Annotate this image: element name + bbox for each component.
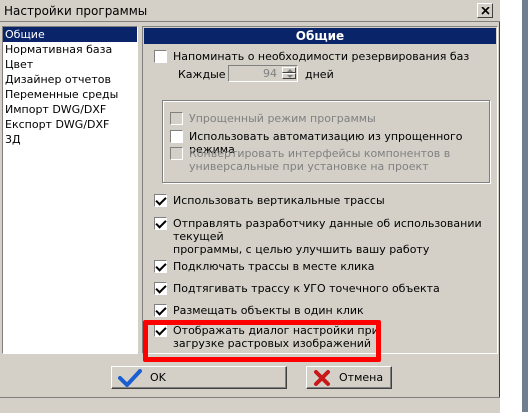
show-raster-dialog-label: Отображать диалог настройки при загрузке…: [173, 324, 379, 350]
status-bar: [0, 397, 500, 413]
send-usage-option[interactable]: Отправлять разработчику данные об исполь…: [154, 217, 499, 256]
sidebar-item-report-designer[interactable]: Дизайнер отчетов: [3, 72, 137, 87]
convert-interfaces-checkbox[interactable]: [170, 147, 183, 160]
send-usage-checkbox[interactable]: [154, 217, 167, 230]
days-label: дней: [305, 68, 334, 81]
remind-backup-label: Напоминать о необходимости резервировани…: [173, 50, 470, 63]
cancel-button[interactable]: Отмена: [306, 366, 392, 389]
show-raster-dialog-option[interactable]: Отображать диалог настройки при загрузке…: [154, 324, 379, 350]
vertical-routes-label: Использовать вертикальные трассы: [173, 194, 385, 207]
sidebar-item-general[interactable]: Общие: [3, 27, 137, 42]
sidebar-item-3d[interactable]: 3Д: [3, 132, 137, 147]
sidebar-item-color[interactable]: Цвет: [3, 57, 137, 72]
pull-route-option[interactable]: Подтягивать трассу к УГО точечного объек…: [154, 282, 440, 295]
close-icon: [480, 6, 490, 15]
place-objects-option[interactable]: Размещать объекты в один клик: [154, 304, 364, 317]
sidebar-item-environment-variables[interactable]: Переменные среды: [3, 87, 137, 102]
backup-interval-spinner[interactable]: 94: [228, 65, 298, 82]
background-area: [500, 0, 528, 412]
pull-route-label: Подтягивать трассу к УГО точечного объек…: [173, 282, 440, 295]
convert-interfaces-label: Конвертировать интерфейсы компонентов в …: [189, 147, 451, 173]
vertical-routes-checkbox[interactable]: [154, 194, 167, 207]
simple-mode-option[interactable]: Упрощенный режим программы: [170, 112, 376, 125]
place-objects-checkbox[interactable]: [154, 304, 167, 317]
sidebar-item-export-dwg[interactable]: Експорт DWG/DXF: [3, 117, 137, 132]
section-header: Общие: [144, 28, 496, 44]
close-button[interactable]: [477, 3, 493, 18]
remind-backup-option[interactable]: Напоминать о необходимости резервировани…: [154, 50, 469, 63]
connect-routes-option[interactable]: Подключать трассы в месте клика: [154, 260, 375, 273]
simple-mode-label: Упрощенный режим программы: [189, 112, 376, 125]
title-bar: Настройки программы: [0, 0, 500, 22]
spin-down-button[interactable]: [282, 73, 296, 79]
use-automation-checkbox[interactable]: [170, 130, 183, 143]
settings-category-list[interactable]: Общие Нормативная база Цвет Дизайнер отч…: [2, 26, 138, 354]
connect-routes-label: Подключать трассы в месте клика: [173, 260, 375, 273]
window-title: Настройки программы: [4, 4, 148, 18]
every-label: Каждые: [178, 68, 226, 81]
pull-route-checkbox[interactable]: [154, 282, 167, 295]
simple-mode-checkbox[interactable]: [170, 112, 183, 125]
connect-routes-checkbox[interactable]: [154, 260, 167, 273]
background-edge: [522, 0, 528, 412]
settings-window: Настройки программы Общие Нормативная ба…: [0, 0, 500, 413]
vertical-routes-option[interactable]: Использовать вертикальные трассы: [154, 194, 385, 207]
convert-interfaces-option[interactable]: Конвертировать интерфейсы компонентов в …: [170, 147, 450, 173]
cross-icon: [313, 369, 331, 387]
ok-button[interactable]: OK: [111, 366, 287, 389]
cancel-button-label: Отмена: [339, 371, 384, 384]
backup-interval-value: 94: [263, 67, 277, 80]
show-raster-dialog-checkbox[interactable]: [154, 324, 167, 337]
sidebar-item-normative-base[interactable]: Нормативная база: [3, 42, 137, 57]
remind-backup-checkbox[interactable]: [154, 50, 167, 63]
place-objects-label: Размещать объекты в один клик: [173, 304, 364, 317]
ok-button-label: OK: [150, 371, 166, 384]
sidebar-item-import-dwg[interactable]: Импорт DWG/DXF: [3, 102, 137, 117]
check-icon: [118, 368, 142, 387]
send-usage-label: Отправлять разработчику данные об исполь…: [173, 217, 482, 256]
